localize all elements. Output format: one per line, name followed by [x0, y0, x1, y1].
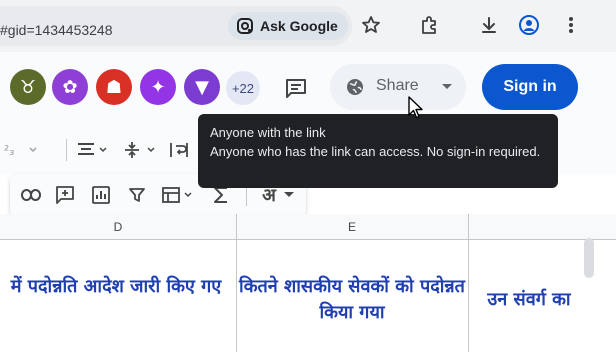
column-divider	[236, 214, 237, 352]
cell-e[interactable]: कितने शासकीय सेवकों को पदोन्नत किया गया	[238, 274, 466, 326]
url-text[interactable]: #gid=1434453248	[0, 22, 113, 38]
column-header-row: D E	[0, 214, 616, 240]
column-header-d[interactable]: D	[0, 214, 236, 240]
more-collaborators-badge[interactable]: +22	[226, 71, 260, 105]
filter-icon[interactable]	[126, 184, 148, 206]
number-format-icon[interactable]: ²₃	[0, 140, 40, 160]
toolbar-divider	[66, 139, 67, 161]
avatar-4[interactable]: ✦	[140, 69, 176, 105]
avatar-1-icon: ♉	[19, 76, 37, 98]
lens-icon	[237, 18, 253, 34]
mouse-cursor-icon	[408, 96, 423, 119]
insert-chart-icon[interactable]	[90, 184, 112, 206]
avatar-5[interactable]: ▼	[184, 69, 220, 105]
link-icon[interactable]	[20, 184, 42, 206]
ask-google-label: Ask Google	[260, 18, 338, 34]
menu-icon[interactable]	[560, 14, 582, 36]
insert-comment-icon[interactable]	[54, 184, 76, 206]
column-header-e[interactable]: E	[236, 214, 468, 240]
vertical-align-icon[interactable]	[120, 139, 160, 161]
ask-google-button[interactable]: Ask Google	[228, 12, 348, 40]
page: #gid=1434453248 Ask Google ♉ ✿ ☗ ✦ ▼ +22…	[0, 0, 616, 352]
share-button[interactable]: Share	[330, 64, 466, 110]
chevron-down-icon	[442, 84, 452, 89]
column-divider	[468, 214, 469, 352]
text-wrap-icon[interactable]	[166, 139, 192, 161]
download-icon[interactable]	[478, 14, 500, 36]
cell-f[interactable]: उन संवर्ग का	[470, 287, 588, 313]
avatar-5-icon: ▼	[195, 76, 209, 98]
vertical-scrollbar[interactable]	[584, 238, 594, 278]
share-label: Share	[376, 77, 419, 94]
star-icon[interactable]	[360, 14, 382, 36]
chevron-down-icon	[283, 192, 294, 197]
avatar-3[interactable]: ☗	[96, 69, 132, 105]
tooltip-title: Anyone with the link	[210, 125, 326, 140]
globe-icon	[347, 79, 363, 95]
avatar-4-icon: ✦	[150, 76, 166, 98]
avatar-1[interactable]: ♉	[10, 69, 46, 105]
avatar-2[interactable]: ✿	[52, 69, 88, 105]
share-tooltip: Anyone with the link Anyone who has the …	[198, 114, 558, 188]
horizontal-align-icon[interactable]	[74, 139, 114, 161]
svg-text:²₃: ²₃	[4, 144, 14, 159]
sign-in-button[interactable]: Sign in	[482, 64, 578, 110]
browser-toolbar: #gid=1434453248 Ask Google	[0, 0, 616, 52]
cell-d[interactable]: में पदोन्नति आदेश जारी किए गए	[0, 274, 232, 300]
profile-icon[interactable]	[518, 14, 540, 36]
comment-icon[interactable]	[284, 76, 308, 100]
extensions-icon[interactable]	[418, 14, 440, 36]
tooltip-description: Anyone who has the link can access. No s…	[210, 144, 541, 159]
avatar-3-icon: ☗	[105, 76, 123, 98]
filter-views-icon[interactable]	[160, 184, 196, 206]
avatar-2-icon: ✿	[62, 76, 78, 98]
